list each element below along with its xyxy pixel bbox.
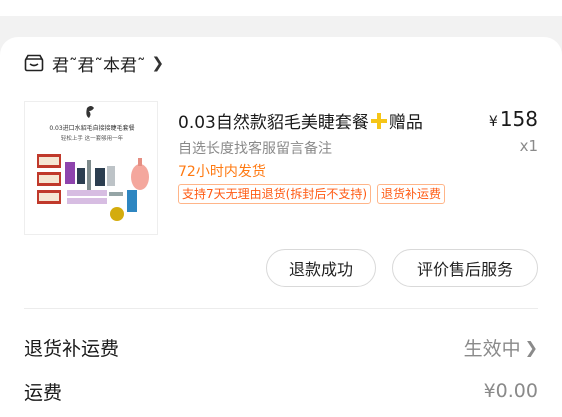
- return-shipping-row[interactable]: 退货补运费 生效中 ❯: [24, 332, 538, 362]
- previous-card-edge: [0, 0, 562, 16]
- top-strip: [0, 0, 562, 37]
- shipping-note: 72小时内发货: [178, 164, 266, 180]
- price-value: 158: [499, 107, 538, 131]
- shop-icon: [24, 54, 44, 72]
- product-quantity: x1: [519, 137, 538, 155]
- refund-status-button[interactable]: 退款成功: [266, 249, 376, 287]
- shop-header[interactable]: 君˜君˜本君˜ ❯: [24, 50, 164, 76]
- thumb-text-1: 0.03进口水貂毛自接接睫毛套餐: [49, 124, 134, 132]
- gift-label: 赠品: [388, 113, 423, 133]
- product-spec: 自选长度找客服留言备注: [178, 141, 332, 157]
- shipping-fee-value: ¥0.00: [483, 380, 538, 402]
- thumb-text-2: 轻松上手 这一套够用一年: [61, 134, 124, 142]
- chevron-right-icon: ❯: [524, 337, 538, 357]
- shipping-fee-row: 运费 ¥0.00: [24, 376, 538, 406]
- return-shipping-label: 退货补运费: [24, 337, 120, 360]
- return-shipping-value: 生效中: [463, 337, 521, 360]
- shop-name: 君˜君˜本君˜: [52, 55, 146, 76]
- product-image: 0.03进口水貂毛自接接睫毛套餐 轻松上手 这一套够用一年: [25, 102, 157, 234]
- divider: [24, 308, 538, 309]
- review-after-sales-button[interactable]: 评价售后服务: [392, 249, 538, 287]
- plus-icon: [370, 112, 388, 130]
- service-tags: 支持7天无理由退货(拆封后不支持) 退货补运费: [178, 184, 446, 204]
- product-title-row[interactable]: 0.03自然款貂毛美睫套餐 赠品: [178, 108, 423, 133]
- return-shipping-status: 生效中 ❯: [464, 334, 538, 361]
- product-title: 0.03自然款貂毛美睫套餐: [178, 113, 369, 133]
- chevron-right-icon: ❯: [151, 54, 165, 72]
- return-shipping-tag: 退货补运费: [377, 184, 446, 204]
- product-thumbnail[interactable]: 0.03进口水貂毛自接接睫毛套餐 轻松上手 这一套够用一年: [24, 101, 158, 235]
- price-symbol: ¥: [488, 114, 498, 130]
- return-policy-tag: 支持7天无理由退货(拆封后不支持): [178, 184, 371, 204]
- shipping-fee-label: 运费: [24, 381, 63, 404]
- product-price: ¥158: [489, 107, 538, 131]
